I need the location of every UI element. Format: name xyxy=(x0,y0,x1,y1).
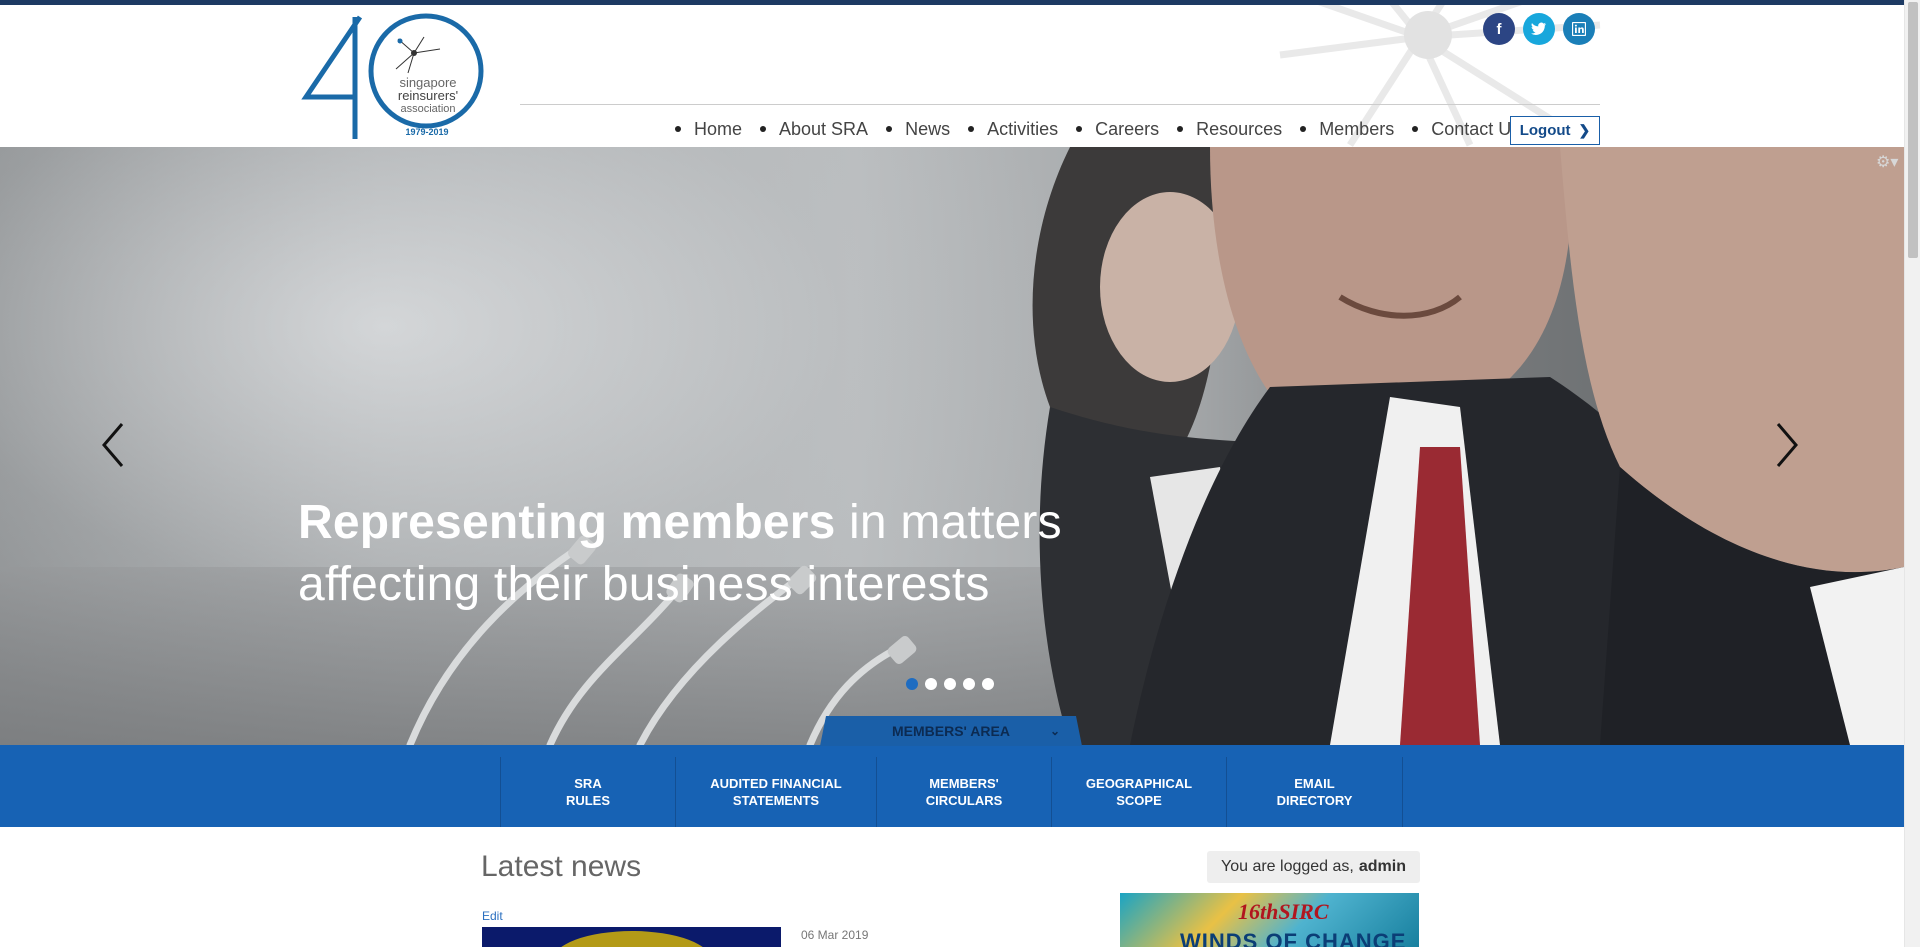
hero-headline: Representing members in matters affectin… xyxy=(298,492,1062,616)
logo-years: 1979-2019 xyxy=(405,127,448,137)
facebook-glyph: f xyxy=(1496,20,1502,38)
members-area-label: MEMBERS' AREA xyxy=(892,723,1010,739)
bullet-icon xyxy=(675,126,681,132)
nav-item-label: Home xyxy=(694,118,743,139)
link-line1: AUDITED FINANCIAL xyxy=(710,776,842,791)
bullet-icon xyxy=(1076,126,1083,132)
logo-line3: association xyxy=(400,103,455,115)
members-link-geographical-scope[interactable]: GEOGRAPHICAL SCOPE xyxy=(1052,757,1227,827)
nav-item-resources[interactable]: Resources xyxy=(1177,119,1282,140)
site-header: singapore reinsurers' association 1979-2… xyxy=(0,5,1904,147)
banner-title: 16thSIRC xyxy=(1238,899,1329,924)
nav-item-news[interactable]: News xyxy=(886,119,950,140)
members-links: SRA RULES AUDITED FINANCIAL STATEMENTS MEM… xyxy=(500,757,1403,827)
nav-item-label: Careers xyxy=(1095,118,1160,139)
main-nav: Home About SRA News Activities Careers R… xyxy=(675,113,1538,145)
slide-dot-3[interactable] xyxy=(944,678,956,690)
logout-button[interactable]: Logout ❯ xyxy=(1510,116,1600,145)
news-thumbnail[interactable] xyxy=(482,927,781,947)
nav-item-label: Members xyxy=(1319,118,1395,139)
nav-item-label: Contact Us xyxy=(1431,118,1521,139)
link-line1: MEMBERS' xyxy=(929,776,999,791)
chevron-right-icon: ❯ xyxy=(1578,122,1591,138)
nav-item-careers[interactable]: Careers xyxy=(1076,119,1159,140)
link-line1: EMAIL xyxy=(1294,776,1335,791)
twitter-bird-glyph xyxy=(1531,22,1546,35)
members-link-email-directory[interactable]: EMAIL DIRECTORY xyxy=(1227,757,1403,827)
sirc-banner[interactable]: 16thSIRC WINDS OF CHANGE xyxy=(1120,893,1419,947)
members-link-sra-rules[interactable]: SRA RULES xyxy=(501,757,676,827)
scrollbar-thumb[interactable] xyxy=(1908,2,1918,258)
link-line2: SCOPE xyxy=(1116,793,1162,808)
linkedin-icon[interactable]: in xyxy=(1563,13,1595,45)
nav-item-label: Resources xyxy=(1196,118,1283,139)
slide-dot-4[interactable] xyxy=(963,678,975,690)
sra-40-logo[interactable]: singapore reinsurers' association 1979-2… xyxy=(300,11,500,143)
link-line2: STATEMENTS xyxy=(732,793,820,808)
nav-item-label: Activities xyxy=(987,118,1059,139)
bullet-icon xyxy=(886,126,893,132)
bullet-icon xyxy=(760,126,767,132)
logout-label: Logout xyxy=(1519,122,1571,139)
slide-dot-2[interactable] xyxy=(925,678,937,690)
link-line1: GEOGRAPHICAL xyxy=(1085,776,1193,791)
nav-item-home[interactable]: Home xyxy=(675,119,742,140)
slide-dot-5[interactable] xyxy=(982,678,994,690)
logged-prefix: You are logged as, xyxy=(1221,858,1354,875)
latest-news-title: Latest news xyxy=(481,850,642,883)
arrow-left-icon[interactable] xyxy=(98,420,128,470)
link-line2: RULES xyxy=(565,793,611,808)
nav-item-label: About SRA xyxy=(779,118,869,139)
nav-item-members[interactable]: Members xyxy=(1300,119,1394,140)
logged-in-status: You are logged as, admin xyxy=(1207,851,1420,883)
banner-subtitle: WINDS OF CHANGE xyxy=(1180,929,1407,947)
person-right-graphic xyxy=(1560,147,1904,745)
nav-item-contact[interactable]: Contact Us xyxy=(1412,119,1520,140)
thumbnail-graphic xyxy=(552,931,712,947)
members-link-audited-financial-statements[interactable]: AUDITED FINANCIAL STATEMENTS xyxy=(676,757,877,827)
members-area-toggle[interactable]: MEMBERS' AREA ⌄ xyxy=(820,716,1082,746)
page-scrollbar[interactable] xyxy=(1904,0,1920,947)
twitter-icon[interactable]: t xyxy=(1523,13,1555,45)
nav-item-activities[interactable]: Activities xyxy=(968,119,1058,140)
logo-line2: reinsurers' xyxy=(398,88,458,103)
bullet-icon xyxy=(1300,126,1307,132)
link-line2: CIRCULARS xyxy=(925,793,1003,808)
link-line2: DIRECTORY xyxy=(1276,793,1353,808)
hero-slider: Representing members in matters affectin… xyxy=(0,147,1904,745)
facebook-icon[interactable]: f xyxy=(1483,13,1515,45)
gear-icon[interactable]: ⚙▾ xyxy=(1876,152,1898,171)
members-link-circulars[interactable]: MEMBERS' CIRCULARS xyxy=(877,757,1052,827)
bullet-icon xyxy=(1177,126,1184,132)
news-date: 06 Mar 2019 xyxy=(801,928,869,942)
slider-pagination xyxy=(906,678,994,690)
linkedin-glyph xyxy=(1572,22,1586,36)
nav-item-label: News xyxy=(905,118,951,139)
chevron-down-icon: ⌄ xyxy=(1049,724,1060,738)
nav-item-about[interactable]: About SRA xyxy=(760,119,868,140)
hero-headline-rest: in matters xyxy=(835,496,1062,549)
hero-headline-bold: Representing members xyxy=(298,496,836,549)
link-line1: SRA xyxy=(574,776,602,791)
edit-link[interactable]: Edit xyxy=(482,909,503,923)
logged-username: admin xyxy=(1358,858,1406,875)
arrow-right-icon[interactable] xyxy=(1772,420,1802,470)
hero-headline-line2: affecting their business interests xyxy=(298,558,990,611)
nav-divider xyxy=(520,104,1600,105)
logo-number: 40 xyxy=(300,11,302,12)
bullet-icon xyxy=(968,126,975,132)
slide-dot-1[interactable] xyxy=(906,678,918,690)
bullet-icon xyxy=(1412,126,1419,132)
